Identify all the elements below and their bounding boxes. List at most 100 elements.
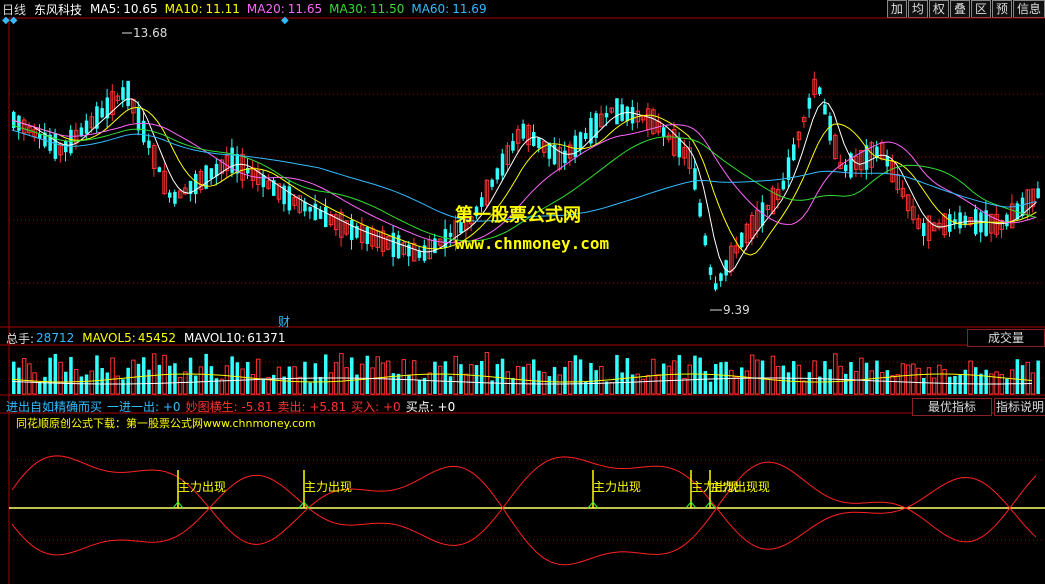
volume-bar (261, 378, 266, 394)
candle-body (537, 137, 541, 149)
volume-bar (792, 361, 796, 394)
volume-bar (443, 361, 448, 394)
finance-marker[interactable]: 财 (278, 313, 290, 330)
volume-bar (17, 367, 21, 394)
diamond-marker-icon[interactable]: ◆ (281, 15, 289, 26)
candle-body (1005, 214, 1009, 227)
volume-bar (911, 363, 916, 395)
volume-bar (620, 372, 624, 394)
volume-bar (724, 361, 728, 394)
volume-bar (32, 372, 37, 395)
candle-body (490, 179, 494, 187)
candle-body (584, 133, 588, 139)
chart-canvas[interactable] (0, 0, 1045, 584)
volume-bar (437, 365, 443, 395)
volume-bar (900, 363, 906, 395)
candle-body (578, 132, 583, 151)
candle-body (724, 260, 728, 276)
volume-bar (578, 359, 583, 394)
volume-bar (463, 373, 469, 395)
volume-value: 28712 (36, 331, 75, 345)
volume-bar (1005, 378, 1009, 394)
signal-label: 主力出现 (304, 480, 353, 494)
candle-body (948, 214, 952, 232)
volume-bar (974, 367, 978, 394)
candle-body (17, 115, 21, 131)
volume-bar (355, 374, 359, 394)
candle-body (786, 157, 791, 180)
volume-bar (734, 376, 739, 395)
candle-body (958, 212, 962, 229)
mavol10-value: 61371 (247, 331, 286, 345)
volume-bar (770, 355, 776, 395)
candle-body (79, 127, 84, 137)
volume-bar (693, 355, 697, 394)
candle-body (313, 203, 318, 220)
volume-bar (240, 368, 245, 395)
volume-bar (760, 360, 765, 394)
signal-label: 主力出现 (178, 480, 227, 494)
volume-bar (224, 365, 230, 395)
volume-bar (484, 352, 490, 395)
volume-bar (126, 367, 130, 394)
volume-bar (1036, 360, 1040, 394)
candle-body (604, 113, 609, 118)
mavol5-label: MAVOL5: (82, 331, 136, 345)
volume-bar (869, 370, 874, 395)
candle-body (615, 98, 619, 125)
volume-bar (853, 370, 859, 395)
candle-body (142, 120, 146, 143)
volume-bar (781, 365, 786, 394)
volume-bar (511, 378, 515, 394)
volume-bar (64, 371, 68, 394)
indicator-value: 卖出: +5.81 (277, 399, 347, 414)
diamond-marker-icon[interactable]: ◆◆ (2, 15, 17, 26)
candle-body (922, 222, 926, 237)
volume-bar (297, 376, 302, 395)
volume-bar (682, 377, 687, 395)
volume-bar (849, 362, 853, 394)
volume-bar (937, 364, 942, 395)
volume-bar (744, 370, 750, 395)
volume-bar (859, 357, 864, 395)
volume-bar (922, 377, 926, 394)
volume-bar (38, 381, 42, 394)
mavol10-label: MAVOL10: (184, 331, 246, 345)
volume-bar (567, 361, 573, 395)
volume-bar (89, 370, 94, 395)
candle-body (708, 267, 713, 275)
candle-body (173, 191, 177, 204)
low-price-label: 9.39 (723, 303, 750, 317)
mavol5-value: 45452 (137, 331, 177, 345)
candle-body (792, 144, 796, 161)
volume-bar (526, 363, 531, 395)
volume-bar (427, 372, 432, 395)
volume-bar (157, 364, 162, 394)
stock-chart-window: 日线 东风科技 MA5: 10.65 MA10: 11.11 MA20: 11.65 MA3… (0, 0, 1045, 584)
candle-body (147, 140, 151, 148)
indicator-line-a (11, 455, 1037, 566)
volume-bar (823, 361, 827, 394)
volume-bar (255, 358, 261, 395)
volume-bar (459, 364, 463, 394)
volume-bar (807, 372, 812, 394)
volume-bar (749, 354, 755, 395)
candle-body (365, 227, 370, 245)
volume-bar (235, 362, 240, 394)
volume-bar (48, 357, 52, 394)
best-indicator-button[interactable]: 最优指标 (912, 398, 992, 416)
candle-body (511, 141, 515, 151)
volume-bar (1025, 361, 1030, 395)
volume-bar (350, 357, 354, 394)
candle-body (625, 106, 630, 122)
volume-bar (292, 366, 297, 395)
candle-body (168, 192, 172, 198)
candle-body (495, 168, 500, 180)
candle-body (324, 206, 328, 228)
volume-bar (698, 357, 702, 394)
indicator-help-button[interactable]: 指标说明 (994, 398, 1045, 416)
volume-bar (308, 382, 312, 394)
volume-bar (474, 365, 479, 394)
volume-button[interactable]: 成交量 (967, 329, 1045, 347)
volume-bar (318, 376, 323, 394)
